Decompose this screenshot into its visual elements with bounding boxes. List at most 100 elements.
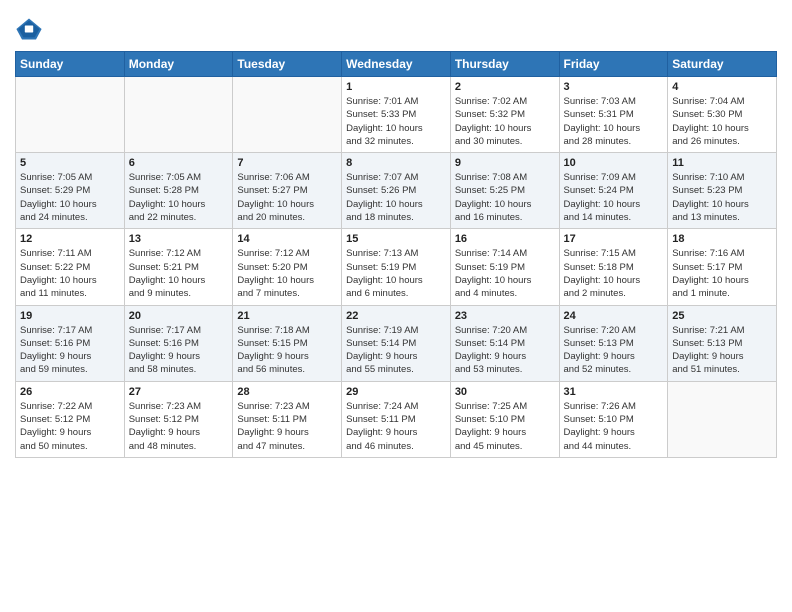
calendar-cell: 4 Sunrise: 7:04 AM Sunset: 5:30 PM Daylig…	[668, 77, 777, 153]
day-info: Sunrise: 7:07 AM Sunset: 5:26 PM Dayligh…	[346, 171, 446, 224]
day-number: 11	[672, 157, 772, 169]
day-info: Sunrise: 7:19 AM Sunset: 5:14 PM Dayligh…	[346, 324, 446, 377]
calendar-cell: 16Sunrise: 7:14 AM Sunset: 5:19 PM Dayli…	[450, 229, 559, 305]
calendar-cell: 22 Sunrise: 7:19 AM Sunset: 5:14 PM Dayli…	[342, 305, 451, 381]
day-info: Sunrise: 7:15 AM Sunset: 5:18 PM Dayligh…	[564, 247, 664, 300]
logo	[15, 15, 47, 43]
calendar-cell: 21 Sunrise: 7:18 AM Sunset: 5:15 PM Dayli…	[233, 305, 342, 381]
calendar-cell: 18 Sunrise: 7:16 AM Sunset: 5:17 PM Dayli…	[668, 229, 777, 305]
day-info: Sunrise: 7:06 AM Sunset: 5:27 PM Dayligh…	[237, 171, 337, 224]
calendar-cell: 26 Sunrise: 7:22 AM Sunset: 5:12 PM Dayli…	[16, 381, 125, 457]
day-number: 27	[129, 386, 229, 398]
day-number: 19	[20, 310, 120, 322]
day-of-week-header: Saturday	[668, 52, 777, 77]
day-info: Sunrise: 7:12 AM Sunset: 5:21 PM Dayligh…	[129, 247, 229, 300]
day-info: Sunrise: 7:04 AM Sunset: 5:30 PM Dayligh…	[672, 95, 772, 148]
calendar-cell: 28 Sunrise: 7:23 AM Sunset: 5:11 PM Dayli…	[233, 381, 342, 457]
day-info: Sunrise: 7:16 AM Sunset: 5:17 PM Dayligh…	[672, 247, 772, 300]
calendar-week-row: 26 Sunrise: 7:22 AM Sunset: 5:12 PM Dayli…	[16, 381, 777, 457]
calendar-cell: 6 Sunrise: 7:05 AM Sunset: 5:28 PM Daylig…	[124, 153, 233, 229]
page-header	[15, 10, 777, 43]
day-number: 13	[129, 233, 229, 245]
calendar-cell: 19 Sunrise: 7:17 AM Sunset: 5:16 PM Dayli…	[16, 305, 125, 381]
day-info: Sunrise: 7:05 AM Sunset: 5:29 PM Dayligh…	[20, 171, 120, 224]
day-number: 2	[455, 81, 555, 93]
day-info: Sunrise: 7:03 AM Sunset: 5:31 PM Dayligh…	[564, 95, 664, 148]
day-info: Sunrise: 7:25 AM Sunset: 5:10 PM Dayligh…	[455, 400, 555, 453]
calendar-cell: 2 Sunrise: 7:02 AM Sunset: 5:32 PM Daylig…	[450, 77, 559, 153]
day-number: 5	[20, 157, 120, 169]
day-number: 26	[20, 386, 120, 398]
day-info: Sunrise: 7:05 AM Sunset: 5:28 PM Dayligh…	[129, 171, 229, 224]
calendar-cell: 31Sunrise: 7:26 AM Sunset: 5:10 PM Dayli…	[559, 381, 668, 457]
calendar-cell: 3Sunrise: 7:03 AM Sunset: 5:31 PM Daylig…	[559, 77, 668, 153]
day-info: Sunrise: 7:21 AM Sunset: 5:13 PM Dayligh…	[672, 324, 772, 377]
day-number: 1	[346, 81, 446, 93]
day-info: Sunrise: 7:12 AM Sunset: 5:20 PM Dayligh…	[237, 247, 337, 300]
day-number: 24	[564, 310, 664, 322]
calendar-cell: 12 Sunrise: 7:11 AM Sunset: 5:22 PM Dayli…	[16, 229, 125, 305]
day-number: 6	[129, 157, 229, 169]
day-info: Sunrise: 7:08 AM Sunset: 5:25 PM Dayligh…	[455, 171, 555, 224]
day-number: 18	[672, 233, 772, 245]
calendar-cell: 17Sunrise: 7:15 AM Sunset: 5:18 PM Dayli…	[559, 229, 668, 305]
calendar-cell: 10Sunrise: 7:09 AM Sunset: 5:24 PM Dayli…	[559, 153, 668, 229]
day-info: Sunrise: 7:09 AM Sunset: 5:24 PM Dayligh…	[564, 171, 664, 224]
calendar-cell: 20Sunrise: 7:17 AM Sunset: 5:16 PM Dayli…	[124, 305, 233, 381]
calendar-cell: 9 Sunrise: 7:08 AM Sunset: 5:25 PM Daylig…	[450, 153, 559, 229]
calendar-cell	[16, 77, 125, 153]
calendar-cell: 14 Sunrise: 7:12 AM Sunset: 5:20 PM Dayli…	[233, 229, 342, 305]
day-info: Sunrise: 7:26 AM Sunset: 5:10 PM Dayligh…	[564, 400, 664, 453]
day-info: Sunrise: 7:23 AM Sunset: 5:11 PM Dayligh…	[237, 400, 337, 453]
day-number: 14	[237, 233, 337, 245]
day-number: 22	[346, 310, 446, 322]
calendar-cell: 11Sunrise: 7:10 AM Sunset: 5:23 PM Dayli…	[668, 153, 777, 229]
calendar-cell	[668, 381, 777, 457]
calendar-cell	[233, 77, 342, 153]
calendar-table: SundayMondayTuesdayWednesdayThursdayFrid…	[15, 51, 777, 458]
day-number: 15	[346, 233, 446, 245]
calendar-cell: 25 Sunrise: 7:21 AM Sunset: 5:13 PM Dayli…	[668, 305, 777, 381]
day-info: Sunrise: 7:22 AM Sunset: 5:12 PM Dayligh…	[20, 400, 120, 453]
day-info: Sunrise: 7:14 AM Sunset: 5:19 PM Dayligh…	[455, 247, 555, 300]
day-info: Sunrise: 7:17 AM Sunset: 5:16 PM Dayligh…	[20, 324, 120, 377]
calendar-cell: 29 Sunrise: 7:24 AM Sunset: 5:11 PM Dayli…	[342, 381, 451, 457]
calendar-week-row: 12 Sunrise: 7:11 AM Sunset: 5:22 PM Dayli…	[16, 229, 777, 305]
day-info: Sunrise: 7:23 AM Sunset: 5:12 PM Dayligh…	[129, 400, 229, 453]
day-info: Sunrise: 7:01 AM Sunset: 5:33 PM Dayligh…	[346, 95, 446, 148]
calendar-cell	[124, 77, 233, 153]
day-info: Sunrise: 7:17 AM Sunset: 5:16 PM Dayligh…	[129, 324, 229, 377]
logo-icon	[15, 15, 43, 43]
day-number: 21	[237, 310, 337, 322]
day-number: 28	[237, 386, 337, 398]
day-of-week-header: Thursday	[450, 52, 559, 77]
day-number: 29	[346, 386, 446, 398]
calendar-cell: 8Sunrise: 7:07 AM Sunset: 5:26 PM Daylig…	[342, 153, 451, 229]
calendar-week-row: 19 Sunrise: 7:17 AM Sunset: 5:16 PM Dayli…	[16, 305, 777, 381]
calendar-cell: 24Sunrise: 7:20 AM Sunset: 5:13 PM Dayli…	[559, 305, 668, 381]
calendar-body: 1 Sunrise: 7:01 AM Sunset: 5:33 PM Daylig…	[16, 77, 777, 458]
calendar-cell: 23 Sunrise: 7:20 AM Sunset: 5:14 PM Dayli…	[450, 305, 559, 381]
day-info: Sunrise: 7:11 AM Sunset: 5:22 PM Dayligh…	[20, 247, 120, 300]
day-of-week-header: Sunday	[16, 52, 125, 77]
calendar-cell: 15Sunrise: 7:13 AM Sunset: 5:19 PM Dayli…	[342, 229, 451, 305]
day-of-week-header: Tuesday	[233, 52, 342, 77]
calendar-week-row: 5 Sunrise: 7:05 AM Sunset: 5:29 PM Daylig…	[16, 153, 777, 229]
day-number: 4	[672, 81, 772, 93]
day-of-week-header: Monday	[124, 52, 233, 77]
page-container: SundayMondayTuesdayWednesdayThursdayFrid…	[0, 0, 792, 473]
day-number: 9	[455, 157, 555, 169]
day-info: Sunrise: 7:24 AM Sunset: 5:11 PM Dayligh…	[346, 400, 446, 453]
day-of-week-header: Friday	[559, 52, 668, 77]
calendar-cell: 27 Sunrise: 7:23 AM Sunset: 5:12 PM Dayli…	[124, 381, 233, 457]
calendar-cell: 30Sunrise: 7:25 AM Sunset: 5:10 PM Dayli…	[450, 381, 559, 457]
day-of-week-header: Wednesday	[342, 52, 451, 77]
calendar-week-row: 1 Sunrise: 7:01 AM Sunset: 5:33 PM Daylig…	[16, 77, 777, 153]
day-info: Sunrise: 7:02 AM Sunset: 5:32 PM Dayligh…	[455, 95, 555, 148]
day-number: 25	[672, 310, 772, 322]
day-info: Sunrise: 7:20 AM Sunset: 5:14 PM Dayligh…	[455, 324, 555, 377]
day-number: 12	[20, 233, 120, 245]
calendar-cell: 13 Sunrise: 7:12 AM Sunset: 5:21 PM Dayli…	[124, 229, 233, 305]
day-info: Sunrise: 7:18 AM Sunset: 5:15 PM Dayligh…	[237, 324, 337, 377]
day-number: 23	[455, 310, 555, 322]
